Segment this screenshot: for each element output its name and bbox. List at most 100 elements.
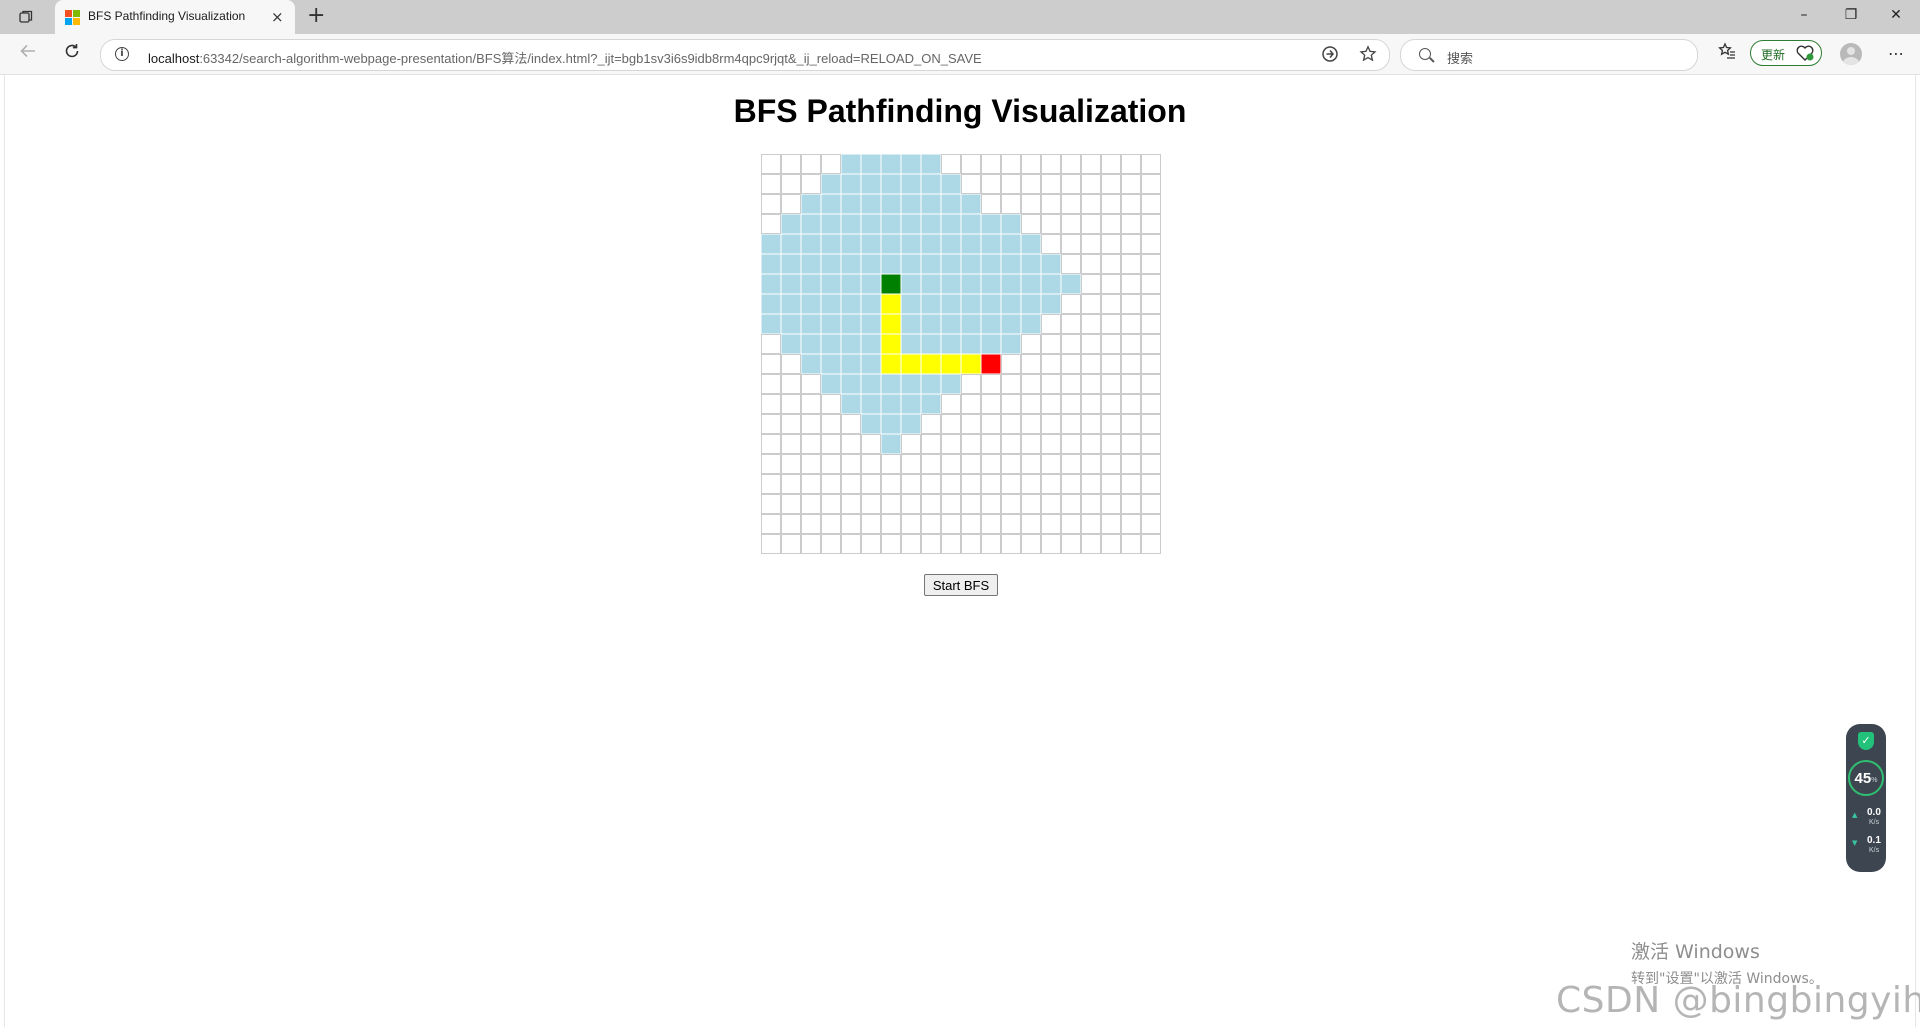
- empty-cell: [1001, 474, 1021, 494]
- shield-check-icon: ✓: [1858, 732, 1874, 750]
- update-button[interactable]: 更新: [1750, 40, 1822, 66]
- empty-cell: [1021, 214, 1041, 234]
- empty-cell: [1061, 354, 1081, 374]
- empty-cell: [821, 434, 841, 454]
- reload-icon[interactable]: [60, 42, 84, 66]
- empty-cell: [821, 514, 841, 534]
- visited-cell: [1021, 254, 1041, 274]
- visited-cell: [781, 274, 801, 294]
- visited-cell: [841, 254, 861, 274]
- empty-cell: [1081, 274, 1101, 294]
- visited-cell: [841, 154, 861, 174]
- empty-cell: [1141, 474, 1161, 494]
- empty-cell: [1041, 494, 1061, 514]
- favorite-star-icon[interactable]: [1359, 45, 1377, 68]
- visited-cell: [981, 274, 1001, 294]
- avatar[interactable]: [1840, 43, 1862, 65]
- empty-cell: [841, 494, 861, 514]
- visited-cell: [781, 254, 801, 274]
- empty-cell: [1021, 494, 1041, 514]
- more-icon[interactable]: ⋯: [1884, 42, 1908, 66]
- collections-icon[interactable]: [1715, 42, 1739, 66]
- tab-close-icon[interactable]: ×: [271, 8, 284, 26]
- back-arrow-icon[interactable]: [16, 42, 40, 66]
- minimize-icon[interactable]: –: [1794, 7, 1814, 23]
- empty-cell: [761, 374, 781, 394]
- empty-cell: [1121, 494, 1141, 514]
- visited-cell: [801, 194, 821, 214]
- visited-cell: [921, 154, 941, 174]
- visited-cell: [801, 354, 821, 374]
- info-icon[interactable]: i: [115, 47, 129, 61]
- empty-cell: [1101, 314, 1121, 334]
- empty-cell: [1061, 254, 1081, 274]
- empty-cell: [1081, 234, 1101, 254]
- search-box[interactable]: 搜索: [1400, 39, 1698, 71]
- path-cell: [961, 354, 981, 374]
- visited-cell: [861, 374, 881, 394]
- empty-cell: [1041, 334, 1061, 354]
- url-host: localhost: [148, 51, 200, 66]
- download-unit: K/s: [1869, 847, 1880, 854]
- visited-cell: [881, 374, 901, 394]
- visited-cell: [961, 214, 981, 234]
- empty-cell: [861, 494, 881, 514]
- visited-cell: [921, 314, 941, 334]
- empty-cell: [1061, 434, 1081, 454]
- empty-cell: [781, 494, 801, 514]
- empty-cell: [1021, 434, 1041, 454]
- empty-cell: [1041, 394, 1061, 414]
- empty-cell: [1121, 514, 1141, 534]
- visited-cell: [961, 194, 981, 214]
- visited-cell: [821, 294, 841, 314]
- visited-cell: [761, 294, 781, 314]
- empty-cell: [981, 154, 1001, 174]
- empty-cell: [781, 174, 801, 194]
- empty-cell: [1141, 174, 1161, 194]
- empty-cell: [1081, 334, 1101, 354]
- empty-cell: [881, 474, 901, 494]
- new-tab-icon[interactable]: +: [307, 4, 325, 28]
- empty-cell: [1141, 274, 1161, 294]
- visited-cell: [861, 154, 881, 174]
- visited-cell: [821, 194, 841, 214]
- empty-cell: [1021, 474, 1041, 494]
- visited-cell: [1061, 274, 1081, 294]
- empty-cell: [961, 514, 981, 534]
- empty-cell: [821, 414, 841, 434]
- empty-cell: [1021, 334, 1041, 354]
- visited-cell: [821, 214, 841, 234]
- empty-cell: [941, 154, 961, 174]
- empty-cell: [1001, 494, 1021, 514]
- visited-cell: [901, 234, 921, 254]
- activation-line-1: 激活 Windows: [1631, 941, 1760, 963]
- empty-cell: [1021, 534, 1041, 554]
- empty-cell: [901, 514, 921, 534]
- address-bar[interactable]: i localhost:63342/search-algorithm-webpa…: [100, 39, 1390, 71]
- empty-cell: [821, 394, 841, 414]
- visited-cell: [901, 194, 921, 214]
- translate-icon[interactable]: [1321, 45, 1339, 68]
- empty-cell: [761, 154, 781, 174]
- tab-actions-icon[interactable]: [16, 8, 36, 26]
- restore-icon[interactable]: ❐: [1841, 7, 1861, 23]
- empty-cell: [1101, 334, 1121, 354]
- visited-cell: [761, 274, 781, 294]
- empty-cell: [941, 474, 961, 494]
- visited-cell: [901, 274, 921, 294]
- close-window-icon[interactable]: ✕: [1886, 7, 1906, 23]
- empty-cell: [1041, 234, 1061, 254]
- empty-cell: [1081, 494, 1101, 514]
- empty-cell: [1061, 494, 1081, 514]
- visited-cell: [861, 294, 881, 314]
- start-bfs-button[interactable]: Start BFS: [924, 574, 998, 596]
- empty-cell: [1021, 454, 1041, 474]
- empty-cell: [981, 474, 1001, 494]
- system-monitor-widget[interactable]: ✓ 45% ▲ 0.0 K/s ▼ 0.1 K/s: [1846, 724, 1886, 872]
- visited-cell: [861, 234, 881, 254]
- visited-cell: [861, 354, 881, 374]
- visited-cell: [841, 354, 861, 374]
- url-text[interactable]: localhost:63342/search-algorithm-webpage…: [148, 48, 982, 67]
- empty-cell: [1121, 314, 1141, 334]
- active-tab[interactable]: BFS Pathfinding Visualization ×: [55, 0, 295, 34]
